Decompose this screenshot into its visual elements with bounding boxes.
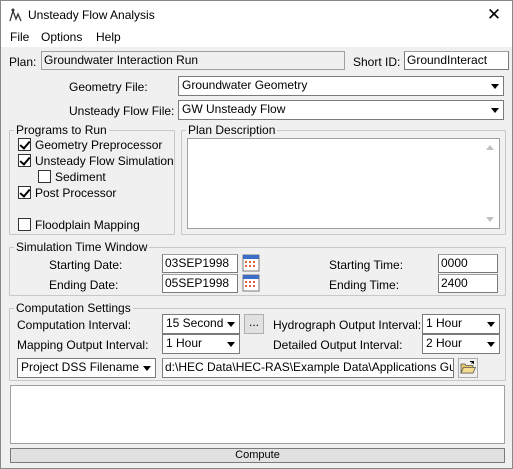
computation-interval-select[interactable]: 15 Second [162,314,240,334]
plan-label: Plan: [9,55,37,69]
chevron-down-icon[interactable] [139,359,155,377]
vertical-scrollbar[interactable] [482,139,499,228]
scroll-up-icon[interactable] [486,145,494,150]
geometry-file-value: Groundwater Geometry [182,78,308,92]
plan-title-field[interactable]: Groundwater Interaction Run [41,51,345,70]
geometry-file-label: Geometry File: [69,80,148,94]
ending-date-field[interactable]: 05SEP1998 [162,274,238,293]
detailed-interval-value: 2 Hour [426,336,463,350]
unsteady-flow-file-label: Unsteady Flow File: [69,104,175,118]
mapping-interval-label: Mapping Output Interval: [17,338,149,352]
floodplain-mapping-label: Floodplain Mapping [35,218,140,232]
scroll-down-icon[interactable] [486,217,494,222]
dss-filename-select-value: Project DSS Filename: [21,360,143,374]
unsteady-flow-file-select[interactable]: GW Unsteady Flow [178,100,504,120]
close-icon[interactable]: ✕ [480,3,508,27]
menu-options[interactable]: Options [41,29,82,45]
floodplain-mapping-checkbox[interactable] [18,218,31,231]
window-title: Unsteady Flow Analysis [28,8,155,22]
title-bar: Unsteady Flow Analysis ✕ [1,1,512,29]
menu-bar: File Options Help [1,29,512,47]
unsteady-flow-analysis-window: Unsteady Flow Analysis ✕ File Options He… [0,0,513,469]
chevron-down-icon[interactable] [483,315,499,333]
compute-button[interactable]: Compute [10,448,505,463]
menu-file[interactable]: File [10,29,29,45]
dss-filename-select[interactable]: Project DSS Filename: [17,358,156,378]
plan-description-textarea[interactable] [187,138,500,229]
geometry-preprocessor-label: Geometry Preprocessor [35,138,163,152]
dss-path-field[interactable]: d:\HEC Data\HEC-RAS\Example Data\Applica… [162,358,454,378]
sediment-label: Sediment [55,170,106,184]
starting-date-label: Starting Date: [49,258,123,272]
hydrograph-interval-value: 1 Hour [426,316,463,330]
chevron-down-icon[interactable] [223,335,239,353]
unsteady-flow-simulation-checkbox[interactable] [18,154,31,167]
computation-interval-label: Computation Interval: [17,318,132,332]
starting-time-field[interactable]: 0000 [438,254,498,273]
chevron-down-icon[interactable] [487,77,503,95]
hec-ras-app-icon [7,7,23,23]
simulation-time-window-title: Simulation Time Window [14,240,150,254]
chevron-down-icon[interactable] [223,315,239,333]
geometry-preprocessor-checkbox[interactable] [18,138,31,151]
short-id-field[interactable]: GroundInteract [404,51,509,70]
starting-date-field[interactable]: 03SEP1998 [162,254,238,273]
detailed-interval-label: Detailed Output Interval: [273,338,403,352]
hydrograph-interval-label: Hydrograph Output Interval: [273,318,422,332]
ending-time-field[interactable]: 2400 [438,274,498,293]
sediment-checkbox[interactable] [38,170,51,183]
hydrograph-interval-select[interactable]: 1 Hour [422,314,500,334]
ending-date-label: Ending Date: [49,278,119,292]
chevron-down-icon[interactable] [487,101,503,119]
detailed-interval-select[interactable]: 2 Hour [422,334,500,354]
computation-options-button[interactable]: ... [244,314,264,334]
chevron-down-icon[interactable] [483,335,499,353]
ending-time-label: Ending Time: [329,278,400,292]
post-processor-checkbox[interactable] [18,186,31,199]
menu-help[interactable]: Help [96,29,121,45]
geometry-file-select[interactable]: Groundwater Geometry [178,76,504,96]
calendar-icon[interactable] [241,253,261,273]
unsteady-flow-file-value: GW Unsteady Flow [182,102,286,116]
starting-time-label: Starting Time: [329,258,404,272]
mapping-interval-select[interactable]: 1 Hour [162,334,240,354]
computation-settings-title: Computation Settings [14,301,133,315]
messages-box[interactable] [10,385,505,444]
open-folder-icon[interactable] [458,358,478,378]
calendar-icon[interactable] [241,273,261,293]
computation-interval-value: 15 Second [166,316,224,330]
post-processor-label: Post Processor [35,186,117,200]
short-id-label: Short ID: [353,55,401,69]
mapping-interval-value: 1 Hour [166,336,203,350]
unsteady-flow-simulation-label: Unsteady Flow Simulation [35,154,174,168]
plan-description-title: Plan Description [186,123,278,137]
programs-to-run-title: Programs to Run [14,123,109,137]
